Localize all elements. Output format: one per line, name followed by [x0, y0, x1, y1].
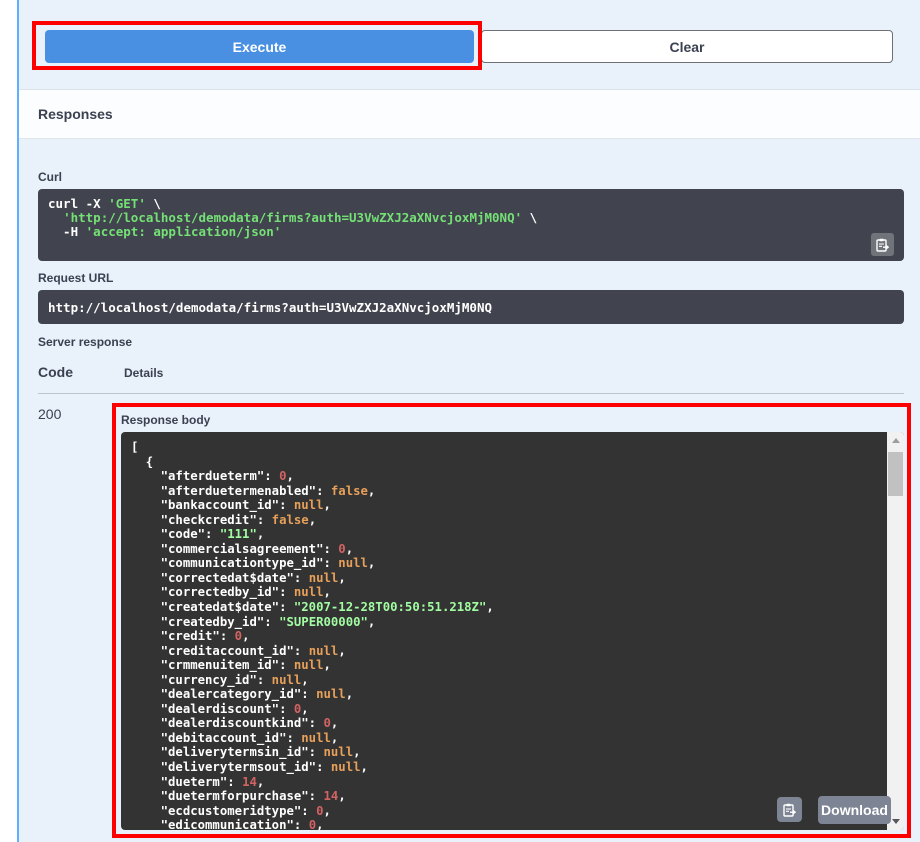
- curl-copy-button[interactable]: [871, 233, 894, 256]
- scrollbar-up-button[interactable]: [887, 432, 904, 449]
- details-column-header: Details: [124, 366, 164, 380]
- curl-code-block: curl -X 'GET' \ 'http://localhost/demoda…: [38, 189, 904, 261]
- code-column-header: Code: [38, 364, 73, 380]
- arrow-up-icon: [891, 438, 900, 443]
- response-body-block: [ { "afterdueterm": 0, "afterduetermenab…: [121, 432, 904, 830]
- download-button[interactable]: Download: [818, 796, 891, 824]
- responses-section-header: Responses: [19, 89, 920, 139]
- response-body-label: Response body: [121, 413, 211, 427]
- status-code: 200: [38, 406, 62, 422]
- response-json-code: [ { "afterdueterm": 0, "afterduetermenab…: [131, 440, 494, 830]
- request-url-value: http://localhost/demodata/firms?auth=U3V…: [48, 299, 493, 315]
- arrow-down-icon: [891, 819, 900, 824]
- clipboard-copy-icon: [876, 238, 889, 252]
- curl-command-text: curl -X 'GET' \ 'http://localhost/demoda…: [48, 196, 538, 239]
- clear-button[interactable]: Clear: [481, 30, 893, 63]
- request-url-label: Request URL: [38, 271, 114, 285]
- curl-label: Curl: [38, 170, 62, 184]
- table-header-divider: [38, 393, 904, 394]
- swagger-operation-panel: Execute Clear Responses Curl curl -X 'GE…: [0, 0, 920, 842]
- server-response-label: Server response: [38, 335, 133, 349]
- execute-button[interactable]: Execute: [45, 30, 474, 63]
- request-url-block: http://localhost/demodata/firms?auth=U3V…: [38, 290, 904, 324]
- responses-title: Responses: [38, 106, 113, 122]
- scrollbar-thumb[interactable]: [888, 452, 903, 496]
- clipboard-copy-icon: [783, 803, 796, 817]
- response-copy-button[interactable]: [777, 797, 802, 822]
- response-scrollbar[interactable]: [887, 432, 904, 830]
